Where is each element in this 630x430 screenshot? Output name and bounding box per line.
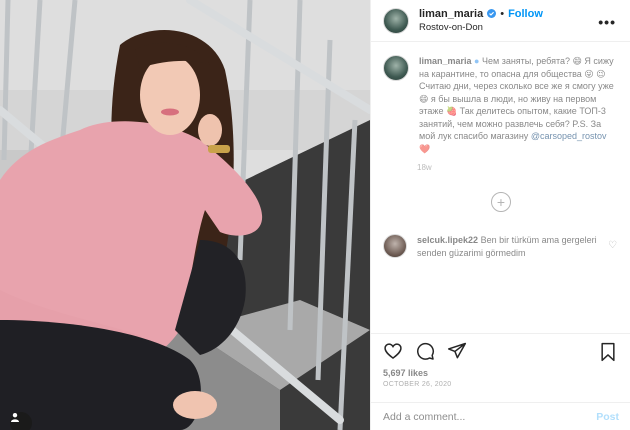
follow-button[interactable]: Follow	[508, 7, 543, 21]
comment-text: selcuk.lipek22 Ben bir türküm ama gergel…	[417, 234, 607, 259]
watch	[208, 145, 230, 153]
verified-badge-icon	[487, 9, 497, 18]
share-paper-plane-icon[interactable]	[447, 341, 467, 361]
load-more-comments: +	[371, 192, 630, 212]
comment-item: selcuk.lipek22 Ben bir türküm ama gergel…	[371, 234, 630, 259]
likes-count[interactable]: 5,697 likes	[371, 368, 630, 378]
post-photo[interactable]	[0, 0, 370, 430]
caption-avatar[interactable]	[383, 55, 409, 81]
post-details-panel: liman_maria • Follow Rostov-on-Don ••• l…	[370, 0, 630, 430]
comments-area[interactable]: liman_maria ● Чем заняты, ребята? 😄 Я си…	[371, 43, 630, 333]
caption-body: Чем заняты, ребята? 😄 Я сижу на карантин…	[419, 56, 614, 141]
hand-lower	[173, 391, 217, 419]
author-info: liman_maria • Follow Rostov-on-Don	[419, 7, 543, 35]
action-bar	[371, 334, 630, 368]
hand-upper	[198, 114, 222, 146]
load-more-icon[interactable]: +	[491, 192, 511, 212]
caption-username[interactable]: liman_maria	[419, 56, 472, 66]
lips	[161, 108, 179, 116]
tagged-user-icon[interactable]	[10, 412, 32, 430]
separator-dot: •	[500, 7, 505, 20]
caption-timestamp[interactable]: 18w	[417, 163, 630, 172]
post-comment-button[interactable]: Post	[596, 411, 619, 423]
save-bookmark-icon[interactable]	[599, 342, 617, 362]
author-avatar[interactable]	[383, 7, 409, 34]
like-heart-icon[interactable]	[383, 341, 403, 361]
caption-mention-link[interactable]: @carsoped_rostov	[531, 131, 607, 141]
post-location[interactable]: Rostov-on-Don	[419, 21, 543, 35]
comment-bubble-icon[interactable]	[415, 341, 435, 361]
post-header: liman_maria • Follow Rostov-on-Don •••	[371, 0, 630, 42]
post-caption: liman_maria ● Чем заняты, ребята? 😄 Я си…	[371, 43, 630, 155]
add-comment-input[interactable]	[383, 410, 597, 423]
post-date[interactable]: OCTOBER 26, 2020	[371, 378, 630, 388]
verified-badge-icon: ●	[474, 56, 480, 66]
face	[140, 55, 200, 135]
comment-like-icon[interactable]: ♡	[608, 240, 617, 251]
heart-emoji: ❤️	[419, 143, 431, 154]
photo-illustration	[0, 0, 370, 430]
commenter-username[interactable]: selcuk.lipek22	[417, 235, 478, 245]
post-actions-area: 5,697 likes OCTOBER 26, 2020	[371, 333, 630, 388]
more-options-icon[interactable]: •••	[598, 14, 616, 30]
add-comment-bar: Post	[371, 402, 630, 430]
author-username[interactable]: liman_maria	[419, 7, 483, 21]
caption-text: liman_maria ● Чем заняты, ребята? 😄 Я си…	[419, 55, 619, 155]
commenter-avatar[interactable]	[383, 234, 407, 258]
